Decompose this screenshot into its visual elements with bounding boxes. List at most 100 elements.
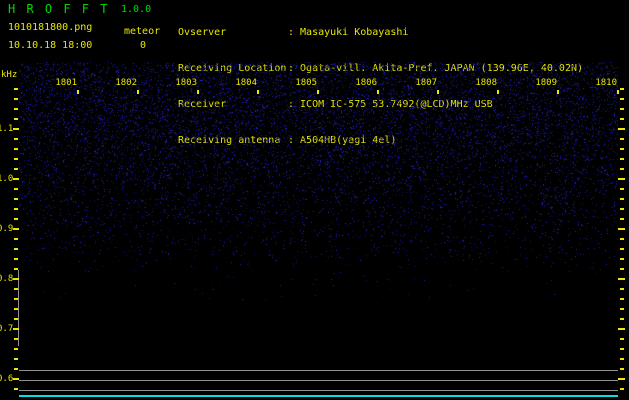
x-axis-tick-label: 1806 <box>355 78 377 88</box>
x-minute-tick <box>617 90 619 94</box>
y-minor-tick-right <box>620 368 624 370</box>
y-minor-tick-left <box>14 118 18 120</box>
y-minor-tick-left <box>14 208 18 210</box>
x-minute-tick <box>317 90 319 94</box>
y-minor-tick-right <box>620 288 624 290</box>
y-major-tick-left <box>13 328 19 330</box>
y-minor-tick-right <box>620 88 624 90</box>
y-axis-tick-label: 1.0 <box>0 174 14 184</box>
info-value: : Masayuki Kobayashi <box>288 27 409 38</box>
y-minor-tick-left <box>14 98 18 100</box>
y-major-tick-right <box>618 328 625 330</box>
spectrogram-noise-canvas <box>19 62 618 350</box>
y-minor-tick-left <box>14 248 18 250</box>
level-reference-line-2 <box>19 380 618 381</box>
y-minor-tick-left <box>14 168 18 170</box>
y-minor-tick-right <box>620 338 624 340</box>
hrofft-output: H R O F F T 1.0.0 1010181800.png meteor … <box>0 0 629 400</box>
observation-mode: meteor <box>124 26 161 37</box>
x-axis-tick-label: 1802 <box>115 78 137 88</box>
app-title: H R O F F T <box>8 2 110 16</box>
x-minute-tick <box>197 90 199 94</box>
y-minor-tick-left <box>14 148 18 150</box>
y-minor-tick-left <box>14 388 18 390</box>
y-major-tick-right <box>618 128 625 130</box>
x-minute-tick <box>137 90 139 94</box>
x-axis-tick-label: 1810 <box>595 78 617 88</box>
x-axis-tick-label: 1804 <box>235 78 257 88</box>
y-major-tick-left <box>13 278 19 280</box>
y-major-tick-right <box>618 278 625 280</box>
y-axis-tick-label: 0.7 <box>0 324 14 334</box>
y-minor-tick-left <box>14 268 18 270</box>
y-minor-tick-left <box>14 138 18 140</box>
y-minor-tick-left <box>14 298 18 300</box>
y-axis-tick-label: 0.6 <box>0 374 14 384</box>
output-filename: 1010181800.png <box>8 22 93 33</box>
x-axis-tick-label: 1803 <box>175 78 197 88</box>
y-major-tick-right <box>618 178 625 180</box>
y-minor-tick-right <box>620 258 624 260</box>
y-minor-tick-right <box>620 318 624 320</box>
x-axis-tick-label: 1801 <box>55 78 77 88</box>
y-minor-tick-left <box>14 258 18 260</box>
y-minor-tick-left <box>14 308 18 310</box>
signal-level-trace <box>19 395 618 397</box>
y-minor-tick-left <box>14 108 18 110</box>
y-minor-tick-left <box>14 198 18 200</box>
y-minor-tick-left <box>14 338 18 340</box>
x-minute-tick <box>77 90 79 94</box>
app-version: 1.0.0 <box>121 4 152 15</box>
y-minor-tick-left <box>14 318 18 320</box>
level-reference-line-1 <box>19 370 618 371</box>
x-minute-tick <box>377 90 379 94</box>
y-minor-tick-right <box>620 168 624 170</box>
y-minor-tick-right <box>620 388 624 390</box>
y-major-tick-right <box>618 378 625 380</box>
y-major-tick-left <box>13 178 19 180</box>
y-axis-unit-label: kHz <box>1 70 18 80</box>
y-minor-tick-right <box>620 148 624 150</box>
y-minor-tick-right <box>620 98 624 100</box>
x-minute-tick <box>497 90 499 94</box>
left-axis-segment-line <box>18 270 19 346</box>
y-minor-tick-right <box>620 298 624 300</box>
y-minor-tick-right <box>620 108 624 110</box>
x-axis-tick-label: 1809 <box>535 78 557 88</box>
x-minute-tick <box>437 90 439 94</box>
y-axis-tick-label: 1.1 <box>0 124 14 134</box>
y-minor-tick-left <box>14 288 18 290</box>
y-minor-tick-right <box>620 138 624 140</box>
y-minor-tick-right <box>620 158 624 160</box>
y-minor-tick-right <box>620 218 624 220</box>
echo-count: 0 <box>140 40 147 51</box>
y-minor-tick-left <box>14 348 18 350</box>
y-minor-tick-right <box>620 248 624 250</box>
station-info-row-observer: Ovserver : Masayuki Kobayashi <box>178 27 583 39</box>
y-minor-tick-right <box>620 188 624 190</box>
y-minor-tick-left <box>14 158 18 160</box>
y-minor-tick-left <box>14 218 18 220</box>
x-axis-tick-label: 1805 <box>295 78 317 88</box>
y-minor-tick-left <box>14 88 18 90</box>
y-minor-tick-left <box>14 358 18 360</box>
y-major-tick-left <box>13 228 19 230</box>
y-minor-tick-right <box>620 268 624 270</box>
y-minor-tick-right <box>620 118 624 120</box>
y-major-tick-left <box>13 378 19 380</box>
y-minor-tick-right <box>620 208 624 210</box>
y-minor-tick-left <box>14 238 18 240</box>
observation-datetime: 10.10.18 18:00 <box>8 40 93 51</box>
y-minor-tick-left <box>14 368 18 370</box>
y-minor-tick-right <box>620 308 624 310</box>
y-minor-tick-right <box>620 238 624 240</box>
x-minute-tick <box>257 90 259 94</box>
x-minute-tick <box>557 90 559 94</box>
y-major-tick-right <box>618 228 625 230</box>
level-reference-line-3 <box>19 390 618 391</box>
y-axis-tick-label: 0.9 <box>0 224 14 234</box>
y-minor-tick-left <box>14 188 18 190</box>
info-label: Ovserver <box>178 27 227 38</box>
y-minor-tick-right <box>620 358 624 360</box>
x-axis-tick-label: 1808 <box>475 78 497 88</box>
